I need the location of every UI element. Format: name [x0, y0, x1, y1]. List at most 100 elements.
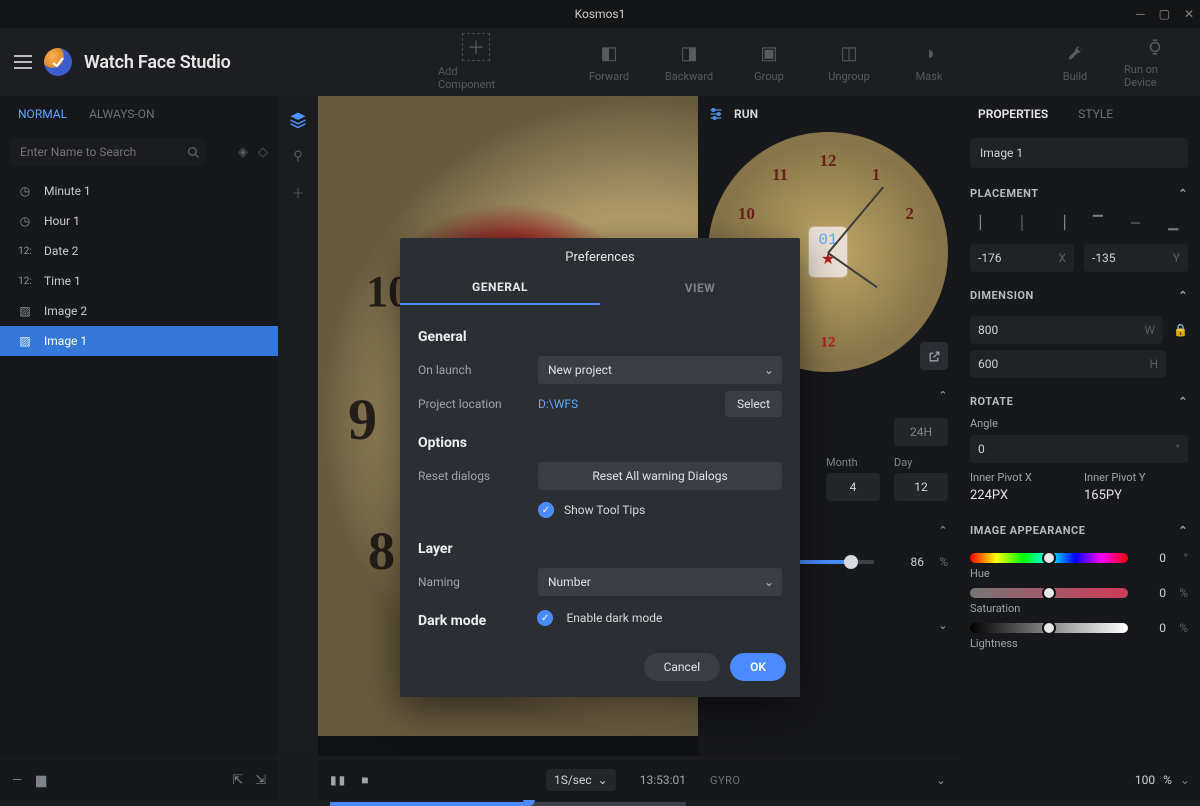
- add-component-button[interactable]: ＋ Add Component: [438, 33, 514, 91]
- month-value[interactable]: 4: [826, 473, 880, 501]
- reset-dialogs-button[interactable]: Reset All warning Dialogs: [538, 462, 782, 490]
- forward-button[interactable]: ◧Forward: [578, 42, 640, 83]
- layer-item-image1[interactable]: ▨Image 1: [0, 326, 278, 356]
- ok-button[interactable]: OK: [730, 653, 786, 681]
- pause-icon[interactable]: ▮▮: [330, 773, 347, 787]
- hamburger-icon[interactable]: [14, 55, 32, 69]
- layer-search-input[interactable]: [10, 138, 205, 166]
- chevron-up-icon[interactable]: ⌃: [1178, 289, 1188, 302]
- title-bar: Kosmos1 ─ ▢ ✕: [0, 0, 1200, 28]
- timeline-track[interactable]: [330, 802, 686, 806]
- project-location-path[interactable]: D:\WFS: [538, 397, 578, 411]
- cancel-button[interactable]: Cancel: [644, 653, 721, 681]
- tab-general[interactable]: GENERAL: [400, 271, 600, 305]
- collapse-icon[interactable]: ⇱: [232, 773, 243, 788]
- build-button[interactable]: Build: [1044, 35, 1106, 89]
- eye-off-icon-2[interactable]: ◇: [258, 145, 268, 160]
- dark-mode-checkbox[interactable]: ✓: [537, 610, 553, 626]
- pivot-y-field[interactable]: 165PY: [1084, 488, 1188, 503]
- group-button[interactable]: ▣Group: [738, 42, 800, 83]
- backward-button[interactable]: ◨Backward: [658, 42, 720, 83]
- chevron-up-icon[interactable]: ⌃: [1178, 395, 1188, 408]
- align-center-v-icon[interactable]: ─: [1121, 208, 1151, 238]
- clock-icon: ◷: [16, 184, 34, 198]
- tab-normal[interactable]: NORMAL: [18, 107, 67, 121]
- dial-number-8: 8: [368, 520, 395, 582]
- layer-item-date2[interactable]: 12:Date 2: [0, 236, 278, 266]
- y-field[interactable]: -135Y: [1084, 244, 1188, 272]
- chevron-down-icon: ⌄: [598, 773, 608, 787]
- stop-icon[interactable]: ■: [361, 773, 368, 787]
- pin-icon[interactable]: ⚲: [286, 144, 310, 168]
- minus-icon[interactable]: —: [12, 773, 22, 788]
- tab-always-on[interactable]: ALWAYS-ON: [89, 107, 155, 121]
- chevron-down-icon[interactable]: ⌄: [1180, 773, 1190, 787]
- search-icon[interactable]: [187, 146, 200, 159]
- show-tooltips-checkbox[interactable]: ✓: [538, 502, 554, 518]
- month-label: Month: [826, 456, 880, 469]
- zoom-value[interactable]: 100: [1135, 773, 1155, 787]
- layer-item-image2[interactable]: ▨Image 2: [0, 296, 278, 326]
- align-right-icon[interactable]: ▕: [1045, 208, 1075, 238]
- dimension-header: DIMENSION: [970, 289, 1034, 302]
- angle-label: Angle: [970, 417, 998, 430]
- component-name-field[interactable]: Image 1: [970, 138, 1188, 168]
- on-launch-label: On launch: [418, 363, 538, 377]
- angle-field[interactable]: 0°: [970, 435, 1188, 463]
- layers-panel: NORMAL ALWAYS-ON ◈ ◇ ◷Minute 1 ◷Hour 1 1…: [0, 96, 278, 756]
- x-field[interactable]: -176X: [970, 244, 1074, 272]
- hue-slider[interactable]: [970, 553, 1128, 563]
- add-icon[interactable]: ＋: [286, 180, 310, 204]
- chevron-up-icon[interactable]: ⌃: [1178, 524, 1188, 537]
- open-external-icon[interactable]: [920, 342, 948, 370]
- timeline-clock: 13:53:01: [640, 773, 686, 787]
- tab-style[interactable]: STYLE: [1078, 107, 1113, 121]
- image-icon: ▨: [16, 334, 34, 348]
- tab-properties[interactable]: PROPERTIES: [978, 107, 1048, 121]
- eye-off-icon[interactable]: ◈: [238, 145, 248, 160]
- expand-icon[interactable]: ⇲: [255, 773, 266, 788]
- chevron-up-icon[interactable]: ⌃: [1178, 187, 1188, 200]
- chevron-down-icon[interactable]: ⌄: [938, 619, 948, 632]
- align-center-h-icon[interactable]: │: [1008, 208, 1038, 238]
- align-bottom-icon[interactable]: ▁: [1158, 208, 1188, 238]
- align-left-icon[interactable]: ▏: [970, 208, 1000, 238]
- folder-icon[interactable]: ▆: [36, 773, 46, 788]
- select-button[interactable]: Select: [725, 391, 782, 417]
- naming-select[interactable]: Number ⌄: [538, 568, 782, 596]
- on-launch-select[interactable]: New project ⌄: [538, 356, 782, 384]
- show-tooltips-label: Show Tool Tips: [564, 503, 645, 517]
- stack-icon[interactable]: [286, 108, 310, 132]
- 24h-toggle[interactable]: 24H: [894, 418, 948, 446]
- height-field[interactable]: 600H: [970, 350, 1166, 378]
- layer-item-time1[interactable]: 12:Time 1: [0, 266, 278, 296]
- dial-number-9: 9: [348, 386, 377, 453]
- day-value[interactable]: 12: [894, 473, 948, 501]
- sliders-icon[interactable]: [708, 106, 724, 122]
- saturation-slider[interactable]: [970, 588, 1128, 598]
- lightness-slider[interactable]: [970, 623, 1128, 633]
- tab-view[interactable]: VIEW: [600, 271, 800, 305]
- lock-icon[interactable]: 🔒: [1173, 323, 1188, 337]
- playback-rate-select[interactable]: 1S/sec⌄: [546, 769, 616, 791]
- layer-item-minute1[interactable]: ◷Minute 1: [0, 176, 278, 206]
- app-logo: [44, 48, 72, 76]
- close-icon[interactable]: ✕: [1184, 7, 1194, 21]
- pivot-x-field[interactable]: 224PX: [970, 488, 1074, 503]
- chevron-up-icon[interactable]: ⌃: [938, 524, 948, 537]
- align-top-icon[interactable]: ▔: [1083, 208, 1113, 238]
- width-field[interactable]: 800W: [970, 316, 1163, 344]
- chevron-down-icon[interactable]: ⌄: [936, 774, 946, 787]
- project-location-label: Project location: [418, 397, 538, 411]
- lightness-label: Lightness: [970, 637, 1188, 650]
- minimize-icon[interactable]: ─: [1136, 7, 1145, 21]
- naming-label: Naming: [418, 575, 538, 589]
- mask-button[interactable]: ◑Mask: [898, 42, 960, 83]
- chevron-up-icon[interactable]: ⌃: [938, 389, 948, 402]
- ungroup-button[interactable]: ◫Ungroup: [818, 42, 880, 83]
- zoom-unit: %: [1163, 773, 1172, 787]
- run-on-device-button[interactable]: Run on Device: [1124, 35, 1186, 89]
- layer-item-hour1[interactable]: ◷Hour 1: [0, 206, 278, 236]
- chevron-down-icon: ⌄: [764, 363, 774, 377]
- maximize-icon[interactable]: ▢: [1159, 7, 1170, 21]
